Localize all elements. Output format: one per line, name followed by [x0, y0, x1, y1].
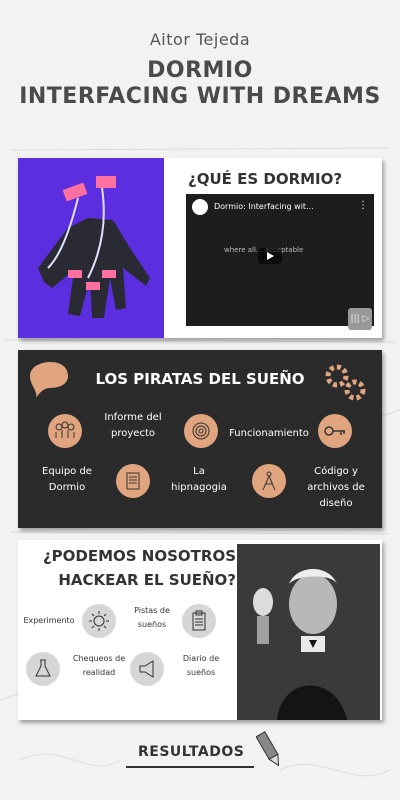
title-line-1: DORMIO [147, 58, 253, 83]
results-link[interactable]: RESULTADOS [138, 744, 244, 760]
document-icon[interactable] [116, 464, 150, 498]
code-design-files-link[interactable]: Código y archivos de diseño [300, 464, 372, 512]
reality-checks-link[interactable]: Chequeos de realidad [66, 652, 132, 680]
experiment-link[interactable]: Experimento [18, 614, 80, 628]
project-report-link[interactable]: Informe del proyecto [98, 410, 168, 442]
card3-heading: ¿PODEMOS NOSOTROS HACKEAR EL SUEÑO? [26, 544, 236, 592]
page-title: DORMIO INTERFACING WITH DREAMS [0, 58, 400, 110]
what-is-dormio-card: ¿QUÉ ES DORMIO? Dormio: Interfacing wit.… [18, 158, 382, 338]
video-menu-icon[interactable]: ⋮ [358, 200, 368, 211]
title-line-2: INTERFACING WITH DREAMS [19, 84, 381, 109]
card3-heading-line-2: HACKEAR EL SUEÑO? [58, 571, 236, 589]
video-title[interactable]: Dormio: Interfacing wit... [214, 202, 314, 211]
card3-heading-line-1: ¿PODEMOS NOSOTROS [42, 547, 236, 565]
team-icon[interactable] [48, 414, 82, 448]
clipboard-icon[interactable] [182, 604, 216, 638]
dream-diary-link[interactable]: Diario de sueños [170, 652, 232, 680]
megaphone-icon[interactable] [130, 652, 164, 686]
channel-logo [192, 199, 208, 215]
playlist-icon[interactable]: ||| ▷ [348, 308, 372, 330]
hack-sleep-card: ¿PODEMOS NOSOTROS HACKEAR EL SUEÑO? Expe… [18, 540, 382, 720]
author-name: Aitor Tejeda [149, 30, 251, 49]
gears-icon [325, 364, 366, 401]
light-icon[interactable] [82, 604, 116, 638]
potion-icon[interactable] [26, 652, 60, 686]
card1-heading: ¿QUÉ ES DORMIO? [188, 170, 343, 188]
pencil-icon [256, 731, 280, 767]
glove-photo [18, 158, 164, 338]
dream-cues-link[interactable]: Pistas de sueños [126, 604, 178, 632]
compass-icon[interactable] [252, 464, 286, 498]
dormio-team-link[interactable]: Equipo de Dormio [32, 464, 102, 496]
edison-photo [237, 544, 380, 720]
play-button[interactable] [258, 248, 282, 264]
spiral-icon[interactable] [184, 414, 218, 448]
hypnagogia-link[interactable]: La hipnagogia [164, 464, 234, 496]
video-player[interactable]: Dormio: Interfacing wit... ⋮ where all..… [186, 194, 374, 326]
results-underline [126, 766, 254, 768]
operation-link[interactable]: Funcionamiento [224, 426, 314, 442]
key-icon[interactable] [318, 414, 352, 448]
dream-pirates-card: LOS PIRATAS DEL SUEÑO Informe del proyec… [18, 350, 382, 528]
